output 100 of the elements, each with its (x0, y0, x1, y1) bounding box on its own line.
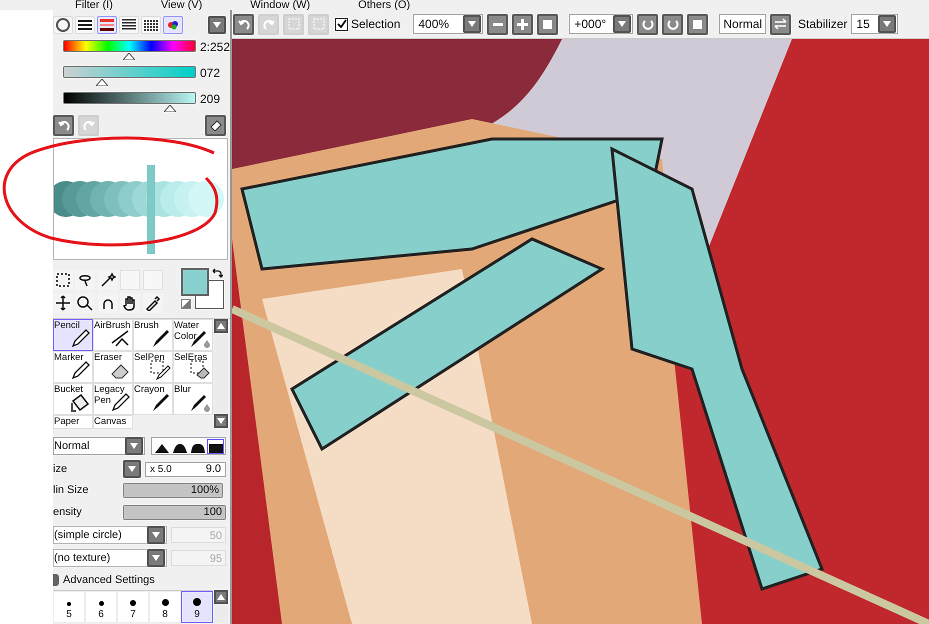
blend-mode-button[interactable]: Normal (719, 14, 766, 34)
caret-icon (152, 555, 160, 561)
lasso-icon (77, 272, 94, 288)
tool-button[interactable]: Canvas (93, 415, 133, 429)
eraser-icon (210, 119, 222, 131)
rotate-right-button[interactable] (662, 14, 684, 34)
menu-item[interactable]: View (V) (160, 1, 202, 9)
advanced-settings-checkbox[interactable] (53, 574, 59, 586)
size-label: ize (53, 462, 68, 477)
move-tool-button[interactable] (53, 293, 73, 313)
brush-edge-icon (172, 442, 186, 452)
blend-mode-select[interactable]: Normal (53, 437, 145, 455)
color-mode-button[interactable] (163, 16, 183, 34)
brush-size-button[interactable]: 6 (85, 591, 117, 623)
scroll-up-button[interactable] (214, 319, 228, 333)
tool-button[interactable]: Marker (53, 351, 93, 383)
brush-edge-icon (154, 442, 168, 452)
rgb-mode-icon (77, 17, 93, 33)
tool-button[interactable]: Blur (173, 383, 213, 415)
density-slider[interactable]: 100 (123, 504, 226, 520)
caret-icon (130, 443, 138, 449)
dropdown-button[interactable] (147, 549, 165, 567)
brush-size-button[interactable]: 5 (53, 591, 85, 623)
zoom-out-button[interactable] (487, 14, 508, 34)
scrollbar[interactable] (214, 319, 228, 428)
flip-arrows-icon (774, 18, 788, 30)
undo-button[interactable] (53, 114, 74, 136)
rotation-select[interactable]: +000° (569, 14, 634, 34)
move-icon (55, 295, 71, 311)
tool-button[interactable]: SelPen (133, 351, 173, 383)
caret-icon (618, 21, 626, 27)
hand-tool-button[interactable] (120, 293, 140, 313)
min-size-label: lin Size (53, 482, 90, 498)
dropdown-button[interactable] (125, 437, 143, 455)
eyedropper-icon (144, 295, 161, 311)
redo-icon (82, 119, 94, 131)
brush-edge-icon (190, 442, 204, 452)
caret-icon (213, 22, 221, 28)
menu-item[interactable]: Others (O) (358, 1, 410, 9)
swap-arrow-icon[interactable] (211, 268, 223, 278)
brush-size-button[interactable]: 8 (149, 591, 181, 623)
stabilizer-select[interactable]: 15 (851, 14, 898, 34)
color-swatches-drawing[interactable] (181, 268, 224, 309)
tool-button[interactable]: Legacy Pen (93, 383, 133, 415)
min-size-slider[interactable]: 100% (123, 482, 223, 498)
scratchpad-button[interactable] (205, 114, 226, 136)
lasso-tool-button[interactable] (75, 270, 96, 290)
undo-button[interactable] (233, 14, 254, 34)
brush-shape-select[interactable]: (simple circle) (53, 526, 167, 544)
dropdown-button[interactable] (463, 15, 482, 33)
color-mode-button[interactable] (97, 16, 117, 34)
texture-select[interactable]: (no texture) (53, 549, 167, 567)
selection-checkbox[interactable]: Selection (335, 15, 400, 33)
caret-icon (152, 532, 160, 538)
zoom-select[interactable]: 400% (413, 14, 484, 34)
rotation-reset-button[interactable] (687, 14, 708, 34)
slider-value: 2:252 (200, 39, 230, 56)
tool-button[interactable]: Crayon (133, 383, 173, 415)
select-rectangle-tool-button[interactable] (53, 270, 73, 290)
redo-icon (262, 18, 274, 30)
tool-button[interactable]: Brush (133, 319, 173, 351)
brush-edge-icon (208, 442, 222, 452)
dropdown-button[interactable] (613, 15, 632, 33)
flip-button[interactable] (770, 14, 792, 34)
panel-menu-button[interactable] (208, 16, 226, 34)
dropdown-button[interactable] (147, 526, 165, 544)
tool-button[interactable]: SelEras (173, 351, 213, 383)
reset-colors-icon[interactable] (181, 299, 191, 309)
plus-icon (517, 18, 528, 30)
zoom-in-button[interactable] (512, 14, 534, 34)
square-icon (543, 20, 552, 28)
dropdown-button[interactable] (878, 15, 896, 33)
zoom-tool-button[interactable] (75, 293, 96, 313)
bucket-icon (69, 391, 91, 413)
menu-item[interactable]: Filter (I) (75, 1, 113, 9)
caret-icon (468, 21, 476, 27)
zoom-reset-button[interactable] (537, 14, 558, 34)
rotate-left-button[interactable] (637, 14, 658, 34)
advanced-settings-label: Advanced Settings (63, 572, 155, 588)
brush-size-button[interactable]: 7 (117, 591, 149, 623)
tool-button[interactable]: Bucket (53, 383, 93, 415)
slider-value: 072 (200, 65, 220, 82)
eyedropper-tool-button[interactable] (142, 293, 163, 313)
selection-icon (288, 18, 300, 30)
scroll-up-button[interactable] (214, 590, 228, 604)
brush-size-button[interactable]: 9 (181, 591, 213, 623)
tool-button[interactable]: Water Color (173, 319, 213, 351)
tool-button[interactable]: AirBrush (93, 319, 133, 351)
magic-wand-icon (100, 272, 116, 288)
tool-button[interactable]: Paper (53, 415, 93, 429)
size-multiplier-button[interactable] (123, 460, 141, 478)
checkmark-icon (336, 19, 346, 29)
brush-edge-button[interactable] (207, 438, 224, 454)
menu-item[interactable]: Window (W) (250, 1, 310, 9)
tool-button[interactable]: Pencil (53, 319, 93, 351)
density-label: ensity (53, 504, 83, 520)
size-field[interactable]: x 5.0 9.0 (145, 462, 226, 476)
tool-button[interactable]: Eraser (93, 351, 133, 383)
scroll-down-button[interactable] (214, 414, 228, 428)
magic-wand-tool-button[interactable] (98, 270, 118, 290)
